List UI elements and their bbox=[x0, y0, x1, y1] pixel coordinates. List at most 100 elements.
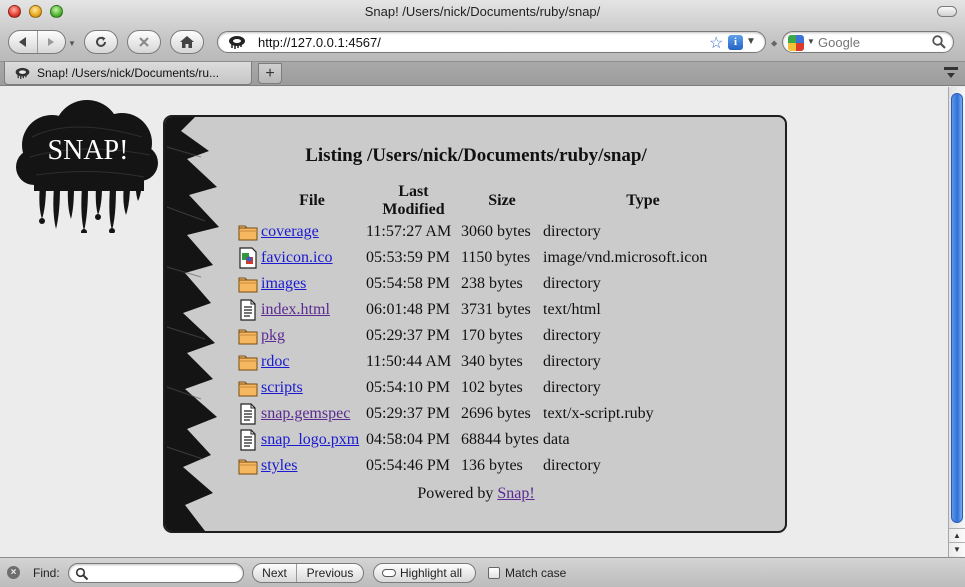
file-link[interactable]: styles bbox=[261, 457, 297, 474]
tab-strip: Snap! /Users/nick/Documents/ru... + bbox=[0, 62, 965, 86]
type-cell: text/x-script.ruby bbox=[543, 405, 654, 422]
find-label: Find: bbox=[33, 566, 60, 580]
header-icon-cell bbox=[237, 183, 261, 219]
file-icon-cell bbox=[237, 271, 261, 297]
tab-list-icon[interactable] bbox=[943, 66, 959, 80]
file-name-cell: pkg bbox=[261, 323, 363, 349]
table-row: coverage 11:57:27 AM 3060 bytes directory bbox=[237, 219, 743, 245]
reload-button[interactable] bbox=[84, 30, 118, 54]
file-name-cell: images bbox=[261, 271, 363, 297]
file-icon-cell bbox=[237, 453, 261, 479]
modified-cell: 05:54:46 PM bbox=[366, 457, 451, 474]
toolbar-toggle-button[interactable] bbox=[937, 6, 957, 17]
file-link[interactable]: snap.gemspec bbox=[261, 405, 350, 422]
file-name-cell: snap_logo.pxm bbox=[261, 427, 363, 453]
vertical-scrollbar[interactable]: ▲ ▼ bbox=[948, 87, 965, 557]
powered-by-text: Powered by bbox=[417, 485, 494, 502]
search-input[interactable] bbox=[818, 34, 928, 51]
type-cell: directory bbox=[543, 379, 601, 396]
match-case-label[interactable]: Match case bbox=[505, 566, 566, 580]
find-next-button[interactable]: Next bbox=[253, 564, 297, 582]
url-history-dropdown-icon[interactable]: ▼ bbox=[746, 36, 756, 47]
page-viewport: SNAP! Listing /Users/nick/Documents/ruby… bbox=[0, 87, 948, 557]
table-header-row: File Last Modified Size Type bbox=[237, 183, 743, 219]
size-cell: 3731 bytes bbox=[461, 301, 531, 318]
file-link[interactable]: index.html bbox=[261, 301, 330, 318]
torn-paper-edge bbox=[165, 117, 219, 531]
toolbar-resize-handle[interactable]: ⬥ bbox=[771, 38, 777, 49]
document-icon bbox=[237, 429, 261, 451]
document-icon bbox=[237, 299, 261, 321]
google-engine-icon[interactable] bbox=[788, 35, 804, 51]
document-icon bbox=[237, 403, 261, 425]
back-button[interactable] bbox=[9, 31, 37, 53]
size-cell: 136 bytes bbox=[461, 457, 523, 474]
find-close-icon[interactable]: × bbox=[7, 566, 20, 579]
forward-arrow-icon bbox=[48, 38, 55, 46]
snap-link[interactable]: Snap! bbox=[497, 485, 534, 502]
highlight-all-button[interactable]: Highlight all bbox=[373, 563, 476, 583]
type-cell: directory bbox=[543, 327, 601, 344]
tab-active[interactable]: Snap! /Users/nick/Documents/ru... bbox=[4, 62, 252, 85]
find-field[interactable] bbox=[68, 563, 244, 583]
file-link[interactable]: images bbox=[261, 275, 306, 292]
reload-icon bbox=[96, 36, 106, 47]
find-input[interactable] bbox=[93, 566, 233, 581]
scroll-thumb[interactable] bbox=[951, 93, 963, 523]
address-bar[interactable]: http://127.0.0.1:4567/ ☆ i ▼ bbox=[217, 31, 766, 53]
file-icon-cell bbox=[237, 219, 261, 245]
file-name-cell: index.html bbox=[261, 297, 363, 323]
home-button[interactable] bbox=[170, 30, 204, 54]
search-bar[interactable]: ▼ bbox=[782, 31, 954, 53]
scroll-down-arrow-icon[interactable]: ▼ bbox=[949, 542, 965, 556]
folder-icon bbox=[237, 455, 261, 477]
size-cell: 2696 bytes bbox=[461, 405, 531, 422]
folder-icon bbox=[237, 325, 261, 347]
file-link[interactable]: snap_logo.pxm bbox=[261, 431, 359, 448]
folder-icon bbox=[237, 351, 261, 373]
bookmark-star-icon[interactable]: ☆ bbox=[709, 33, 723, 53]
file-name-cell: snap.gemspec bbox=[261, 401, 363, 427]
folder-icon bbox=[237, 221, 261, 243]
listing-heading: Listing /Users/nick/Documents/ruby/snap/ bbox=[305, 145, 647, 166]
forward-button[interactable] bbox=[36, 31, 65, 53]
file-link[interactable]: rdoc bbox=[261, 353, 289, 370]
history-dropdown-icon[interactable]: ▼ bbox=[68, 39, 76, 48]
match-case-checkbox[interactable] bbox=[488, 567, 500, 579]
file-icon-cell bbox=[237, 297, 261, 323]
scroll-up-arrow-icon[interactable]: ▲ bbox=[949, 528, 965, 542]
engine-dropdown-icon[interactable]: ▼ bbox=[807, 37, 815, 46]
logo-text: SNAP! bbox=[48, 135, 129, 166]
file-link[interactable]: pkg bbox=[261, 327, 285, 344]
stop-button[interactable] bbox=[127, 30, 161, 54]
modified-cell: 05:54:10 PM bbox=[366, 379, 451, 396]
modified-cell: 05:29:37 PM bbox=[366, 327, 451, 344]
file-link[interactable]: coverage bbox=[261, 223, 319, 240]
snap-logo: SNAP! bbox=[16, 100, 158, 233]
type-cell: data bbox=[543, 431, 570, 448]
window-title: Snap! /Users/nick/Documents/ruby/snap/ bbox=[364, 4, 601, 19]
tab-label: Snap! /Users/nick/Documents/ru... bbox=[37, 66, 220, 80]
table-row: styles 05:54:46 PM 136 bytes directory bbox=[237, 453, 743, 479]
file-name-cell: favicon.ico bbox=[261, 245, 363, 271]
find-previous-button[interactable]: Previous bbox=[297, 564, 363, 582]
size-cell: 3060 bytes bbox=[461, 223, 531, 240]
new-tab-button[interactable]: + bbox=[258, 63, 282, 84]
file-icon-cell bbox=[237, 245, 261, 271]
search-icon[interactable] bbox=[931, 34, 947, 50]
table-row: rdoc 11:50:44 AM 340 bytes directory bbox=[237, 349, 743, 375]
file-name-cell: styles bbox=[261, 453, 363, 479]
modified-cell: 11:50:44 AM bbox=[366, 353, 452, 370]
file-link[interactable]: favicon.ico bbox=[261, 249, 333, 266]
file-link[interactable]: scripts bbox=[261, 379, 303, 396]
file-name-cell: scripts bbox=[261, 375, 363, 401]
table-row: snap_logo.pxm 04:58:04 PM 68844 bytes data bbox=[237, 427, 743, 453]
stop-icon bbox=[139, 37, 149, 47]
find-navigation: Next Previous bbox=[252, 563, 364, 583]
type-cell: text/html bbox=[543, 301, 601, 318]
modified-cell: 11:57:27 AM bbox=[366, 223, 452, 240]
header-size: Size bbox=[488, 192, 516, 209]
file-listing-table: File Last Modified Size Type coverage 11:… bbox=[237, 183, 743, 479]
site-info-icon[interactable]: i bbox=[728, 35, 743, 50]
modified-cell: 05:53:59 PM bbox=[366, 249, 451, 266]
